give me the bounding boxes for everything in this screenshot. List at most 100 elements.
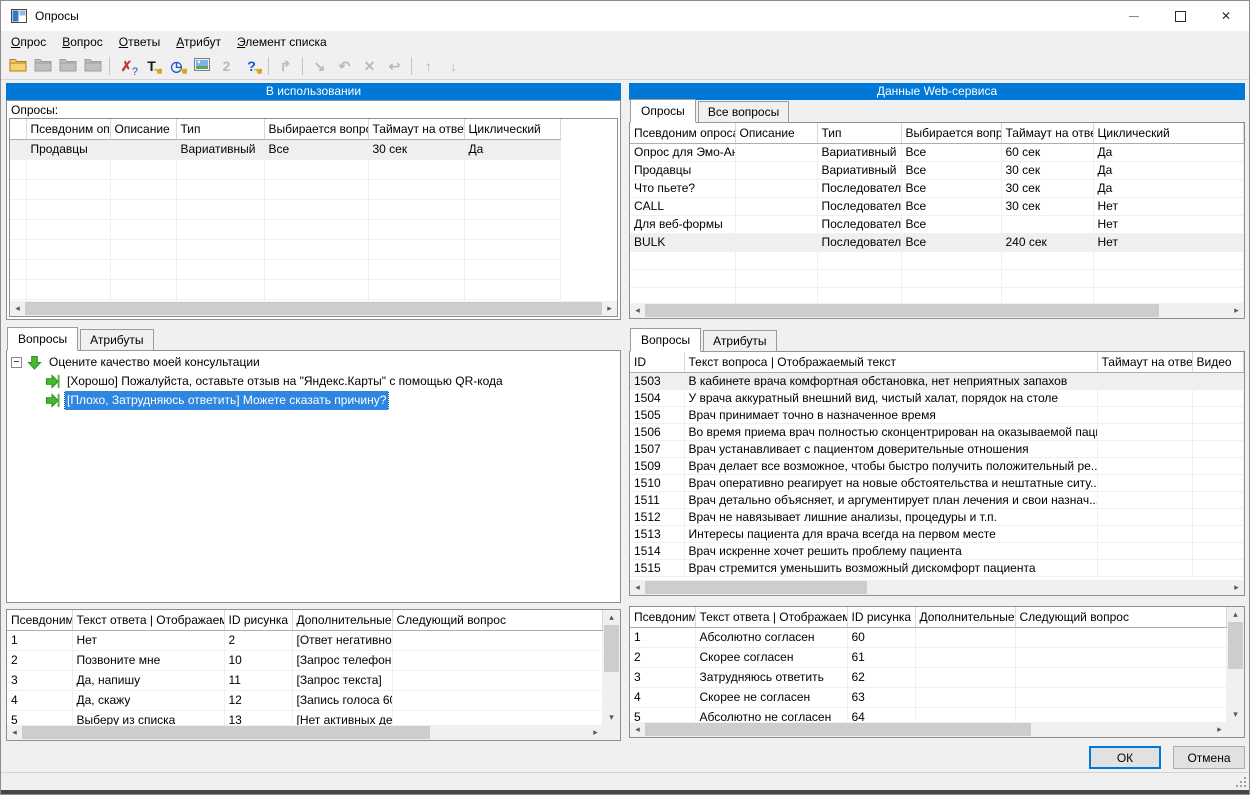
column-header[interactable]: Следующий вопрос (392, 610, 603, 631)
horizontal-scrollbar[interactable]: ◂ ▸ (630, 580, 1244, 595)
delete-question-button[interactable]: ✗? (115, 55, 138, 77)
column-header[interactable]: Таймаут на ответ (1097, 352, 1192, 373)
scroll-right-icon[interactable]: ▸ (1212, 722, 1227, 737)
scroll-right-icon[interactable]: ▸ (588, 725, 603, 740)
menu-question[interactable]: Вопрос (54, 33, 111, 51)
table-row[interactable]: Опрос для Эмо-Анк...ВариативныйВсе60 сек… (630, 144, 1244, 162)
column-header[interactable]: Циклический (464, 119, 560, 140)
new-survey-button[interactable] (6, 55, 29, 77)
scroll-left-icon[interactable]: ◂ (7, 725, 22, 740)
table-row[interactable]: 5Абсолютно не согласен64 (630, 708, 1227, 723)
tree-node-question[interactable]: Оцените качество моей консультации (7, 353, 620, 372)
column-header[interactable]: ID (630, 352, 684, 373)
table-row[interactable]: 4Да, скажу12[Запись голоса 60 ... (7, 691, 603, 711)
table-row[interactable]: 1513Интересы пациента для врача всегда н… (630, 526, 1244, 543)
column-header[interactable]: Выбирается вопросов (901, 123, 1001, 144)
column-header[interactable]: Описание (110, 119, 176, 140)
table-row[interactable]: 1509Врач делает все возможное, чтобы быс… (630, 458, 1244, 475)
scroll-left-icon[interactable]: ◂ (630, 580, 645, 595)
scrollbar-track[interactable] (645, 722, 1212, 737)
column-header[interactable]: Псевдоним (630, 607, 695, 628)
horizontal-scrollbar[interactable]: ◂ ▸ (7, 725, 603, 740)
column-header[interactable]: Тип (817, 123, 901, 144)
menu-list-item[interactable]: Элемент списка (229, 33, 335, 51)
table-row[interactable]: 5Выберу из списка13[Нет активных де... (7, 711, 603, 726)
assign-question-button[interactable]: ?☚ (240, 55, 263, 77)
scrollbar-track[interactable] (645, 580, 1229, 595)
column-header[interactable]: Видео (1192, 352, 1244, 373)
tree-node-answer-good[interactable]: [Хорошо] Пожалуйста, оставьте отзыв на "… (7, 372, 620, 391)
tab-questions[interactable]: Вопросы (630, 328, 701, 352)
scroll-left-icon[interactable]: ◂ (630, 303, 645, 318)
assign-text-button[interactable]: T☚ (140, 55, 163, 77)
tree-node-answer-bad[interactable]: [Плохо, Затрудняюсь ответить] Можете ска… (7, 391, 620, 410)
column-header[interactable]: Тип (176, 119, 264, 140)
table-row[interactable]: 1505Врач принимает точно в назначенное в… (630, 407, 1244, 424)
vertical-scrollbar[interactable]: ▴ ▾ (603, 610, 620, 725)
table-row[interactable]: 1510Врач оперативно реагирует на новые о… (630, 475, 1244, 492)
table-row[interactable]: 1507Врач устанавливает с пациентом довер… (630, 441, 1244, 458)
table-row[interactable]: 3Затрудняюсь ответить62 (630, 668, 1227, 688)
table-row[interactable]: Что пьете?Последовател...Все30 секДа (630, 180, 1244, 198)
vertical-scrollbar[interactable]: ▴ ▾ (1227, 607, 1244, 722)
menu-survey[interactable]: Опрос (3, 33, 54, 51)
table-row[interactable]: 3Да, напишу11[Запрос текста] (7, 671, 603, 691)
scrollbar-thumb[interactable] (645, 581, 867, 594)
table-row[interactable]: 4Скорее не согласен63 (630, 688, 1227, 708)
scrollbar-thumb[interactable] (1228, 622, 1243, 669)
table-row[interactable]: 1Нет2[Ответ негативно... (7, 631, 603, 651)
scrollbar-thumb[interactable] (22, 726, 430, 739)
column-header[interactable]: Выбирается вопросов (264, 119, 368, 140)
column-header[interactable]: Таймаут на ответ (368, 119, 464, 140)
resize-grip-icon[interactable] (1235, 776, 1247, 791)
table-row[interactable]: 1515Врач стремится уменьшить возможный д… (630, 560, 1244, 577)
table-row[interactable]: CALLПоследовател...Все30 секНет (630, 198, 1244, 216)
column-header[interactable]: Описание (735, 123, 817, 144)
column-header[interactable]: Псевдоним опр... (26, 119, 110, 140)
horizontal-scrollbar[interactable]: ◂ ▸ (10, 301, 617, 316)
column-header[interactable]: Псевдоним (7, 610, 72, 631)
column-header[interactable]: Псевдоним опроса (630, 123, 735, 144)
table-row[interactable]: 1514Врач искренне хочет решить проблему … (630, 543, 1244, 560)
tab-attributes[interactable]: Атрибуты (703, 330, 776, 352)
web-surveys-table[interactable]: Псевдоним опросаОписаниеТипВыбирается во… (630, 123, 1244, 303)
scrollbar-thumb[interactable] (25, 302, 602, 315)
table-row[interactable]: Для веб-формыПоследовател...ВсеНет (630, 216, 1244, 234)
scrollbar-track[interactable] (603, 625, 620, 710)
scrollbar-thumb[interactable] (645, 304, 1159, 317)
table-row[interactable]: ПродавцыВариативныйВсе30 секДа (630, 162, 1244, 180)
column-header[interactable] (10, 119, 26, 140)
table-row[interactable]: 2Позвоните мне10[Запрос телефона ... (7, 651, 603, 671)
table-row[interactable]: ПродавцыВариативныйВсе30 секДа (10, 140, 617, 160)
tab-questions[interactable]: Вопросы (7, 327, 78, 351)
in-use-surveys-table[interactable]: Псевдоним опр...ОписаниеТипВыбирается во… (10, 119, 617, 301)
in-use-answers-table[interactable]: ПсевдонимТекст ответа | Отображаемый...I… (7, 610, 603, 725)
scrollbar-track[interactable] (25, 301, 602, 316)
web-answers-table[interactable]: ПсевдонимТекст ответа | Отображаемый...I… (630, 607, 1227, 722)
column-header[interactable]: Таймаут на ответ (1001, 123, 1093, 144)
column-header[interactable]: Текст ответа | Отображаемый... (72, 610, 224, 631)
column-header[interactable]: ID рисунка (224, 610, 292, 631)
scroll-right-icon[interactable]: ▸ (1229, 580, 1244, 595)
maximize-button[interactable] (1157, 1, 1203, 31)
scroll-left-icon[interactable]: ◂ (630, 722, 645, 737)
scrollbar-track[interactable] (645, 303, 1229, 318)
collapse-icon[interactable] (11, 357, 22, 368)
scroll-up-icon[interactable]: ▴ (1227, 607, 1244, 622)
horizontal-scrollbar[interactable]: ◂ ▸ (630, 722, 1227, 737)
scroll-left-icon[interactable]: ◂ (10, 301, 25, 316)
column-header[interactable]: Циклический (1093, 123, 1244, 144)
scrollbar-track[interactable] (22, 725, 588, 740)
scrollbar-thumb[interactable] (604, 625, 619, 672)
column-header[interactable]: Текст вопроса | Отображаемый текст (684, 352, 1097, 373)
ok-button[interactable]: ОК (1089, 746, 1161, 769)
table-row[interactable]: BULKПоследовател...Все240 секНет (630, 234, 1244, 252)
table-row[interactable]: 1511Врач детально объясняет, и аргументи… (630, 492, 1244, 509)
tab-surveys[interactable]: Опросы (630, 99, 696, 123)
tab-attributes[interactable]: Атрибуты (80, 329, 153, 351)
scroll-up-icon[interactable]: ▴ (603, 610, 620, 625)
scrollbar-track[interactable] (1227, 622, 1244, 707)
table-row[interactable]: 2Скорее согласен61 (630, 648, 1227, 668)
table-row[interactable]: 1504У врача аккуратный внешний вид, чист… (630, 390, 1244, 407)
column-header[interactable]: ID рисунка (847, 607, 915, 628)
